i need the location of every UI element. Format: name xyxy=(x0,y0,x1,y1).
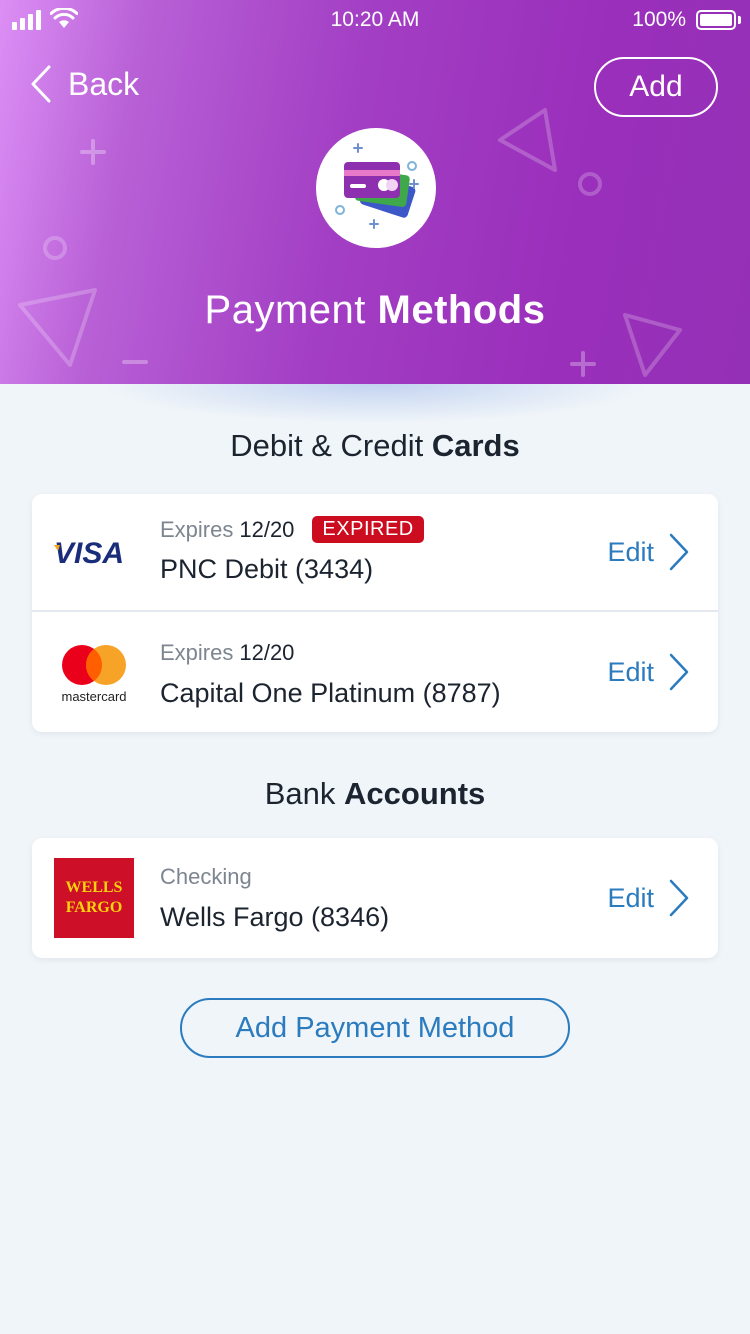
account-type: Checking xyxy=(160,864,252,890)
mastercard-logo-text: mastercard xyxy=(61,689,126,704)
expiry-date: 12/20 xyxy=(239,516,295,542)
edit-button[interactable]: Edit xyxy=(607,838,690,958)
expired-badge: EXPIRED xyxy=(312,516,424,543)
status-bar: 10:20 AM 100% xyxy=(0,0,750,40)
page-title-bold: Methods xyxy=(377,288,546,332)
edit-button[interactable]: Edit xyxy=(607,494,690,610)
card-expiry: Expires 12/20 EXPIRED xyxy=(160,516,424,543)
back-label: Back xyxy=(68,65,140,102)
add-button[interactable]: Add xyxy=(594,57,718,117)
edit-label: Edit xyxy=(607,882,654,913)
header-shadow xyxy=(100,384,650,424)
credit-cards-icon xyxy=(316,128,436,248)
account-name: Wells Fargo (8346) xyxy=(160,902,390,932)
battery-tip xyxy=(738,16,741,24)
header: 10:20 AM 100% Back Add Payment Methods xyxy=(0,0,750,384)
bank-section-title-bold: Accounts xyxy=(344,776,486,811)
bank-section-title: Bank Accounts xyxy=(0,776,750,812)
battery-icon xyxy=(696,10,736,30)
add-payment-method-button[interactable]: Add Payment Method xyxy=(180,998,570,1058)
edit-label: Edit xyxy=(607,536,654,567)
wells-fargo-logo: WELLS FARGO xyxy=(54,838,134,958)
card-row-visa[interactable]: VISA Expires 12/20 EXPIRED PNC Debit (34… xyxy=(32,494,718,610)
page-title: Payment Methods xyxy=(0,288,750,333)
card-name: PNC Debit (3434) xyxy=(160,554,374,584)
edit-button[interactable]: Edit xyxy=(607,612,690,732)
visa-logo-text: VISA xyxy=(54,537,124,567)
expiry-label: Expires xyxy=(160,516,234,542)
page-title-light: Payment xyxy=(204,288,366,332)
card-expiry: Expires 12/20 xyxy=(160,640,294,666)
bank-accounts-list: WELLS FARGO Checking Wells Fargo (8346) … xyxy=(32,838,718,958)
card-name: Capital One Platinum (8787) xyxy=(160,678,501,708)
expiry-date: 12/20 xyxy=(239,640,295,665)
chevron-right-icon xyxy=(669,879,689,917)
wells-fargo-logo-line2: FARGO xyxy=(65,899,123,916)
wells-fargo-logo-line1: WELLS xyxy=(65,879,123,896)
cards-section-title-bold: Cards xyxy=(431,428,520,463)
expiry-label: Expires xyxy=(160,640,234,665)
chevron-right-icon xyxy=(669,533,689,571)
visa-logo: VISA xyxy=(54,494,134,610)
back-button[interactable]: Back xyxy=(30,62,139,106)
edit-label: Edit xyxy=(607,656,654,687)
bank-section-title-light: Bank xyxy=(264,776,336,811)
chevron-left-icon xyxy=(31,65,51,103)
cards-list: VISA Expires 12/20 EXPIRED PNC Debit (34… xyxy=(32,494,718,732)
battery-percentage: 100% xyxy=(632,8,686,31)
account-type-label: Checking xyxy=(160,864,252,889)
bank-row-wells-fargo[interactable]: WELLS FARGO Checking Wells Fargo (8346) … xyxy=(32,838,718,958)
card-row-mastercard[interactable]: mastercard Expires 12/20 Capital One Pla… xyxy=(32,610,718,732)
chevron-right-icon xyxy=(669,653,689,691)
cards-section-title-light: Debit & Credit xyxy=(230,428,424,463)
cards-section-title: Debit & Credit Cards xyxy=(0,428,750,464)
mastercard-logo: mastercard xyxy=(54,612,134,732)
